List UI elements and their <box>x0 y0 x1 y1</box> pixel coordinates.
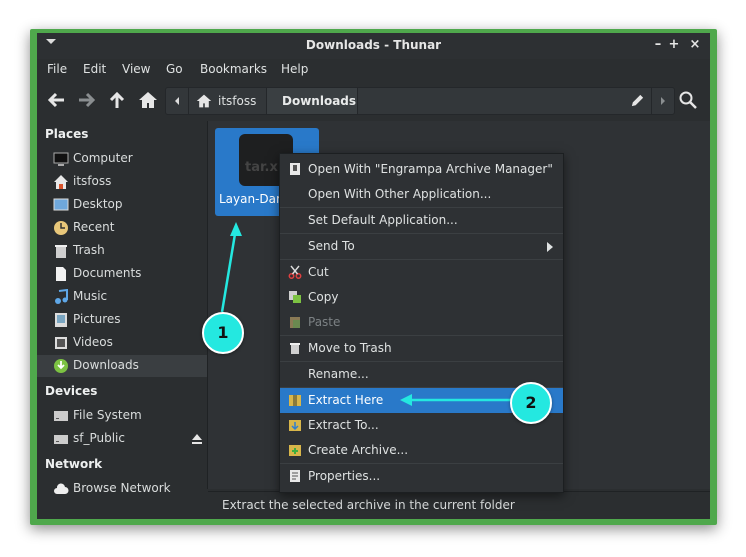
arrowhead-icon <box>400 394 412 406</box>
arrowhead-icon <box>230 222 242 236</box>
annotation-overlay <box>220 222 512 406</box>
annotation-arrow-1 <box>220 227 238 313</box>
annotation-badge-2: 2 <box>510 382 552 424</box>
annotation-badge-1: 1 <box>202 312 244 354</box>
